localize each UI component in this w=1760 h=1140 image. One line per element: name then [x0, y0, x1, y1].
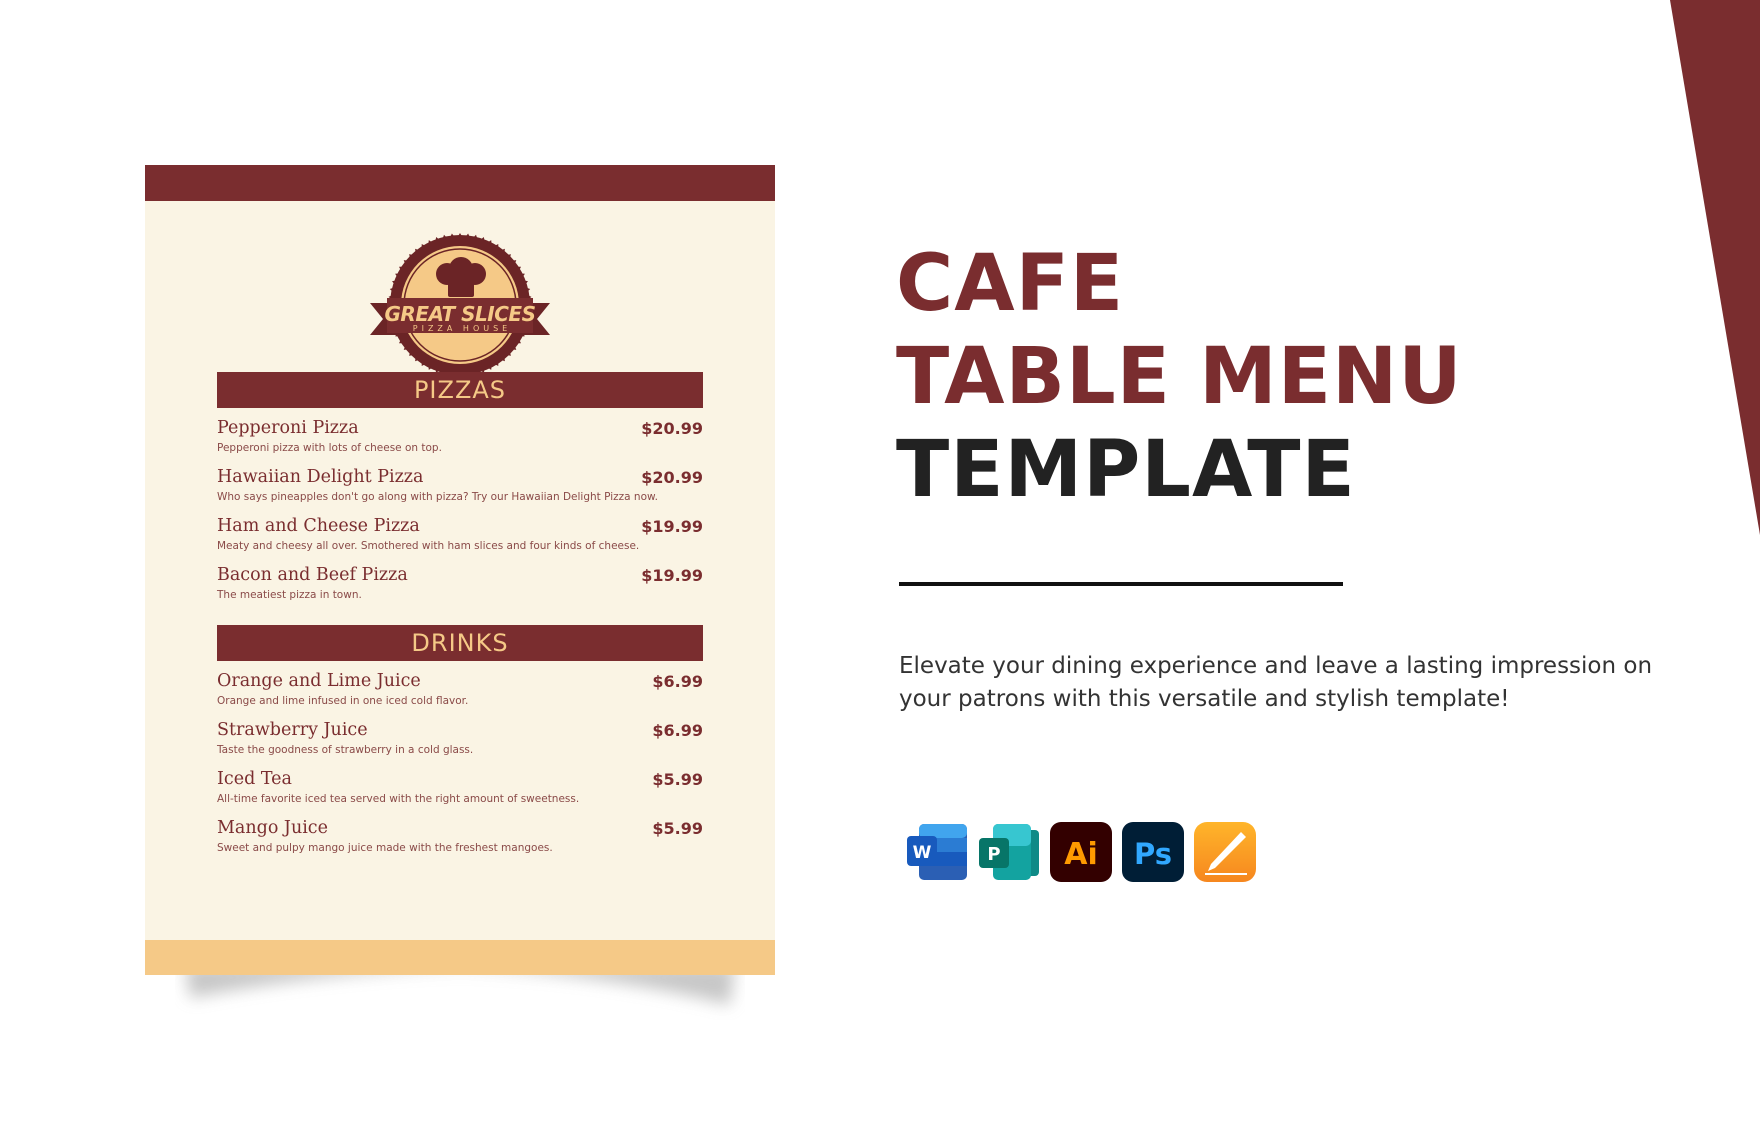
item-description: Pepperoni pizza with lots of cheese on t…: [217, 442, 442, 454]
menu-item: Orange and Lime Juice $6.99 Orange and l…: [217, 671, 703, 720]
card-top-band: [145, 165, 775, 201]
svg-text:P: P: [987, 844, 1000, 865]
item-price: $5.99: [652, 819, 703, 838]
item-description: Sweet and pulpy mango juice made with th…: [217, 842, 553, 854]
item-price: $5.99: [652, 770, 703, 789]
apple-pages-icon[interactable]: [1193, 820, 1257, 884]
title-line-2: TABLE MENU: [896, 332, 1463, 422]
svg-text:Ai: Ai: [1064, 837, 1098, 872]
item-description: Who says pineapples don't go along with …: [217, 491, 658, 503]
restaurant-logo: GREAT SLICES PIZZA HOUSE: [370, 233, 550, 377]
menu-item: Pepperoni Pizza $20.99 Pepperoni pizza w…: [217, 418, 703, 467]
menu-item: Mango Juice $5.99 Sweet and pulpy mango …: [217, 818, 703, 867]
item-price: $20.99: [641, 419, 703, 438]
section-header-pizzas: PIZZAS: [217, 372, 703, 408]
drink-items: Orange and Lime Juice $6.99 Orange and l…: [217, 671, 703, 867]
item-name: Bacon and Beef Pizza: [217, 565, 408, 585]
compatible-apps: W P Ai Ps: [905, 820, 1257, 884]
item-description: All-time favorite iced tea served with t…: [217, 793, 580, 805]
pizza-items: Pepperoni Pizza $20.99 Pepperoni pizza w…: [217, 418, 703, 614]
svg-text:W: W: [913, 843, 932, 863]
microsoft-word-icon[interactable]: W: [905, 820, 969, 884]
item-name: Strawberry Juice: [217, 720, 368, 740]
item-description: The meatiest pizza in town.: [217, 589, 362, 601]
title-line-1: CAFE: [896, 239, 1125, 329]
item-price: $6.99: [652, 721, 703, 740]
menu-item: Bacon and Beef Pizza $19.99 The meatiest…: [217, 565, 703, 614]
item-name: Hawaiian Delight Pizza: [217, 467, 424, 487]
microsoft-publisher-icon[interactable]: P: [977, 820, 1041, 884]
hero-description: Elevate your dining experience and leave…: [899, 653, 1653, 712]
item-name: Mango Juice: [217, 818, 328, 838]
menu-item: Strawberry Juice $6.99 Taste the goodnes…: [217, 720, 703, 769]
menu-item: Ham and Cheese Pizza $19.99 Meaty and ch…: [217, 516, 703, 565]
item-name: Ham and Cheese Pizza: [217, 516, 420, 536]
item-description: Meaty and cheesy all over. Smothered wit…: [217, 540, 640, 552]
card-bottom-band: [145, 940, 775, 975]
title-line-3: TEMPLATE: [896, 425, 1356, 515]
item-price: $6.99: [652, 672, 703, 691]
adobe-photoshop-icon[interactable]: Ps: [1121, 820, 1185, 884]
item-price: $19.99: [641, 517, 703, 536]
item-description: Orange and lime infused in one iced cold…: [217, 695, 469, 707]
logo-tagline: PIZZA HOUSE: [413, 324, 511, 333]
item-name: Pepperoni Pizza: [217, 418, 359, 438]
menu-card: GREAT SLICES PIZZA HOUSE PIZZAS Pepperon…: [145, 165, 775, 975]
page-title: CAFE TABLE MENU TEMPLATE: [896, 238, 1463, 517]
item-price: $19.99: [641, 566, 703, 585]
item-name: Iced Tea: [217, 769, 292, 789]
item-description: Taste the goodness of strawberry in a co…: [217, 744, 474, 756]
logo-name: GREAT SLICES: [385, 302, 536, 326]
menu-item: Iced Tea $5.99 All-time favorite iced te…: [217, 769, 703, 818]
menu-item: Hawaiian Delight Pizza $20.99 Who says p…: [217, 467, 703, 516]
adobe-illustrator-icon[interactable]: Ai: [1049, 820, 1113, 884]
item-price: $20.99: [641, 468, 703, 487]
item-name: Orange and Lime Juice: [217, 671, 421, 691]
title-divider: [899, 582, 1343, 586]
svg-text:Ps: Ps: [1134, 837, 1172, 871]
section-header-drinks: DRINKS: [217, 625, 703, 661]
